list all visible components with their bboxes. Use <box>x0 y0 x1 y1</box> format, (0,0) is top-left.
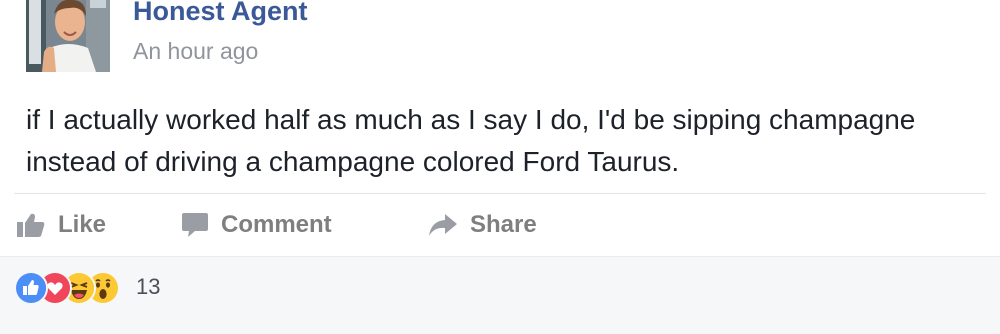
comment-label: Comment <box>221 211 332 238</box>
post-body-text: if I actually worked half as much as I s… <box>26 104 916 177</box>
share-button[interactable]: Share <box>428 207 537 243</box>
reaction-count[interactable]: 13 <box>136 274 160 300</box>
action-divider <box>14 193 986 194</box>
thumbs-up-icon <box>16 212 46 238</box>
share-arrow-icon <box>428 213 458 237</box>
avatar[interactable] <box>26 0 110 72</box>
reaction-icons[interactable] <box>14 271 132 305</box>
share-label: Share <box>470 211 537 238</box>
facebook-post: Honest Agent An hour ago if I actually w… <box>0 0 1000 334</box>
post-timestamp[interactable]: An hour ago <box>133 38 258 65</box>
comment-button[interactable]: Comment <box>181 207 332 243</box>
reactions-bar: 13 <box>0 256 1000 334</box>
like-label: Like <box>58 211 107 238</box>
like-button[interactable]: Like <box>16 207 106 243</box>
speech-bubble-icon <box>181 212 209 238</box>
like-reaction-icon <box>14 271 48 305</box>
author-name[interactable]: Honest Agent <box>133 0 308 27</box>
